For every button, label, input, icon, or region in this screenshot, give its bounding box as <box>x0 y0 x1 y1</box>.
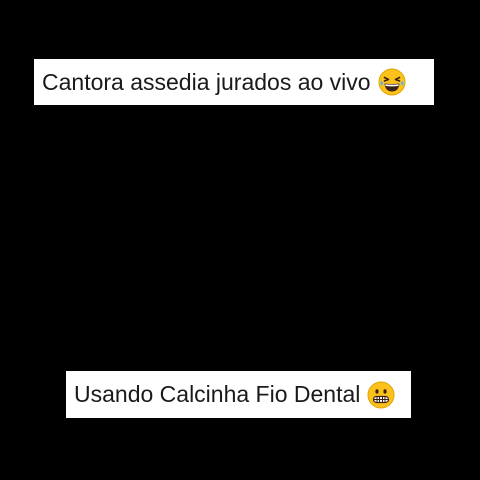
top-caption-text: Cantora assedia jurados ao vivo <box>42 68 371 95</box>
bottom-caption-text: Usando Calcinha Fio Dental <box>74 381 361 407</box>
bottom-caption: Usando Calcinha Fio Dental <box>66 371 411 418</box>
laughing-emoji-icon <box>378 68 406 96</box>
top-caption: Cantora assedia jurados ao vivo <box>34 59 434 105</box>
video-frame: Cantora assedia jurados ao vivo Usando C… <box>0 0 480 480</box>
grimacing-emoji-icon <box>367 381 395 409</box>
